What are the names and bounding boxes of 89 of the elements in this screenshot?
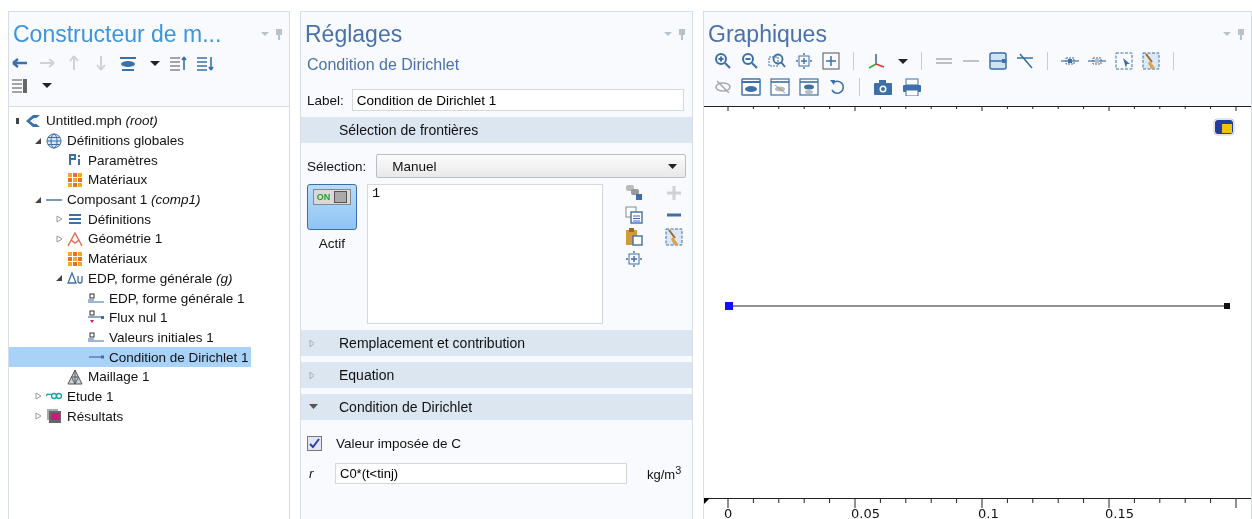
tree-item[interactable]: EDP, forme générale 1 [9, 288, 247, 308]
camera-icon[interactable] [873, 78, 893, 96]
zoom-selected-icon[interactable] [795, 52, 813, 70]
diagonal-line-icon[interactable] [1016, 52, 1034, 70]
checkbox[interactable] [307, 436, 322, 451]
line-icon [46, 198, 62, 201]
axis-tick-label: 0.1 [978, 506, 999, 519]
axes-icon[interactable] [867, 52, 885, 70]
field-label: Sélection: [307, 158, 367, 174]
section-header[interactable]: Sélection de frontières [301, 117, 692, 143]
geometry-icon [67, 230, 83, 247]
panel-title: Réglages [305, 20, 403, 48]
eye-window-icon[interactable] [770, 78, 790, 96]
tree-item[interactable]: Untitled.mph (root) [9, 111, 160, 131]
domain-node-icon [88, 293, 104, 304]
section-header[interactable]: Condition de Dirichlet [301, 394, 692, 420]
caret-icon [668, 163, 677, 169]
tree-item[interactable]: Condition de Dirichlet 1 [9, 347, 251, 367]
copy-icon[interactable] [625, 206, 643, 224]
results-icon [46, 408, 62, 425]
materials-icon [67, 171, 83, 188]
toggle-caption: Actif [318, 236, 346, 251]
section-header[interactable]: Equation [301, 362, 692, 388]
eye-window-icon[interactable] [741, 78, 761, 96]
expand-all-icon[interactable] [196, 54, 214, 72]
zoom-selected-icon[interactable] [625, 250, 643, 268]
collapsed-arrow-icon[interactable] [55, 215, 63, 224]
panel-subtitle: Condition de Dirichlet [306, 55, 461, 74]
globe-icon [46, 132, 62, 149]
label-field[interactable]: Condition de Dirichlet 1 [351, 89, 684, 111]
clipboard-icon[interactable] [625, 228, 643, 246]
list-view-icon[interactable] [11, 76, 29, 94]
list-item[interactable]: 1 [372, 186, 598, 201]
broom-icon[interactable] [1142, 52, 1160, 70]
tree-item[interactable]: Composant 1 (comp1) [9, 189, 203, 210]
zoom-out-icon[interactable] [741, 52, 759, 70]
axis-tick-label: 0 [724, 506, 733, 519]
tree-item[interactable]: Définitions globales [9, 130, 187, 151]
tree-item[interactable]: Etude 1 [9, 386, 116, 407]
box-select-icon[interactable] [1115, 52, 1133, 70]
printer-icon[interactable] [902, 78, 922, 96]
link-icon[interactable] [625, 184, 643, 202]
field-label: Label: [307, 92, 344, 108]
panel-title: Graphiques [708, 20, 827, 48]
axis-origin-icon [704, 498, 710, 504]
tree-item[interactable]: Matériaux [9, 170, 150, 190]
section-header[interactable]: Remplacement et contribution [301, 330, 692, 356]
collapsed-arrow-icon[interactable] [34, 412, 42, 421]
expanded-arrow-icon[interactable] [34, 195, 42, 204]
tree-item[interactable]: Flux nul 1 [9, 307, 170, 328]
expanded-arrow-icon[interactable] [309, 404, 318, 410]
zoom-box-icon[interactable] [768, 52, 786, 70]
boundary-node-icon [88, 355, 104, 360]
tree-item[interactable]: Maillage 1 [9, 366, 152, 387]
expanded-arrow-icon[interactable] [34, 136, 42, 145]
unit-label: kg/m$^{3}$ [647, 464, 682, 483]
tree-item[interactable]: Paramètres [9, 150, 160, 171]
zoom-in-icon[interactable] [714, 52, 732, 70]
view-icon[interactable] [1213, 118, 1235, 136]
panel-title: Constructeur de m... [13, 20, 222, 48]
panel-icon[interactable] [989, 52, 1007, 70]
materials-icon [67, 250, 83, 267]
checkbox-label: Valeur imposée de C [336, 436, 462, 451]
broom-icon[interactable] [665, 228, 683, 246]
node-mark-icon [15, 116, 19, 125]
expanded-arrow-icon[interactable] [55, 274, 63, 283]
model-icon [25, 112, 41, 129]
selection-dropdown[interactable]: Manuel [376, 154, 686, 178]
eye-window-icon[interactable] [799, 78, 819, 96]
reset-icon[interactable] [828, 78, 846, 96]
domain-node-icon [88, 332, 104, 343]
laplacian-icon [67, 270, 83, 287]
collapse-all-icon[interactable] [169, 54, 187, 72]
tree-item[interactable]: Résultats [9, 406, 126, 426]
tree-item[interactable]: Définitions [9, 209, 154, 230]
tree-item[interactable]: Valeurs initiales 1 [9, 327, 216, 348]
variable-symbol: r [308, 466, 315, 481]
eye-icon[interactable] [119, 54, 137, 72]
expression-field[interactable]: C0*(t<tinj) [335, 463, 627, 484]
collapsed-arrow-icon[interactable] [34, 392, 42, 401]
selection-list[interactable]: 1 [367, 184, 603, 324]
mesh-icon [67, 368, 83, 385]
tree-item[interactable]: Géométrie 1 [9, 229, 165, 249]
tree-item[interactable]: EDP, forme générale (g) [9, 268, 235, 289]
zoom-extents-icon[interactable] [822, 52, 840, 70]
tree-item[interactable]: Matériaux [9, 248, 150, 269]
axis-tick-label: 0.15 [1105, 506, 1134, 519]
axis-tick-label: 0.05 [851, 506, 880, 519]
collapsed-arrow-icon[interactable] [55, 234, 63, 243]
